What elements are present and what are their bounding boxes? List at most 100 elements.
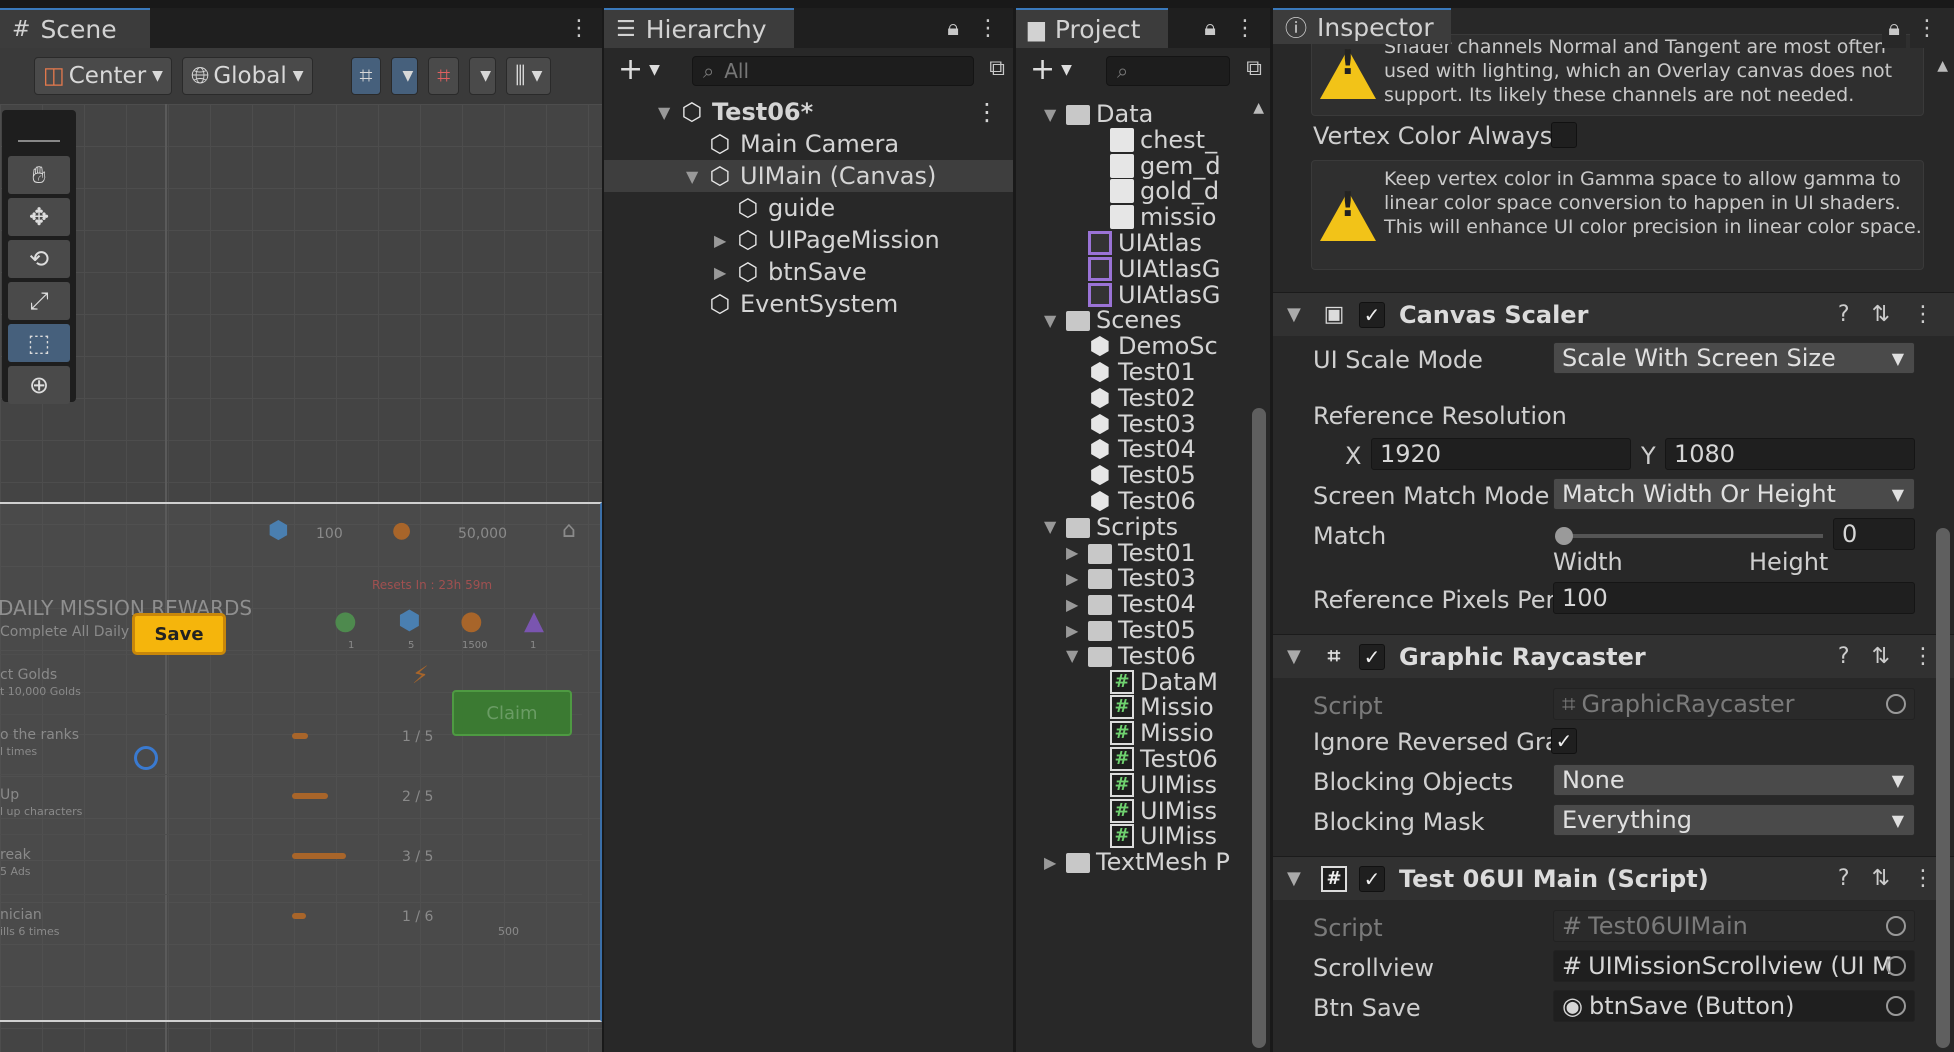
reference-x-field[interactable]: 1920 — [1371, 438, 1631, 470]
expand-icon[interactable]: ⧉ — [989, 48, 1005, 88]
expand-icon[interactable]: ⧉ — [1246, 48, 1262, 88]
dropdown-value: Match Width Or Height — [1562, 480, 1836, 508]
ignore-reversed-checkbox[interactable]: ✓ — [1551, 728, 1577, 754]
increment-snap-menu[interactable]: ▼ — [469, 57, 496, 95]
tab-project[interactable]: ▆ Project — [1016, 8, 1168, 48]
project-search-input[interactable]: ⌕ — [1106, 56, 1230, 86]
tab-scene[interactable]: # Scene — [0, 8, 150, 48]
graphic-raycaster-header[interactable]: ▼ ⌗ ✓ Graphic Raycaster? ⇅ ⋮ — [1273, 634, 1954, 678]
unity-scene-icon: ⬢ — [1089, 409, 1111, 438]
match-slider-track[interactable] — [1563, 534, 1823, 538]
screen-match-mode-dropdown[interactable]: Match Width Or Height ▼ — [1553, 478, 1915, 510]
scene-menu-icon[interactable]: ⋮ — [568, 8, 590, 48]
menu-icon[interactable]: ⋮ — [1912, 302, 1934, 327]
match-value-field[interactable]: 0 — [1833, 518, 1915, 550]
menu-icon[interactable]: ⋮ — [977, 16, 999, 41]
rotate-tool-icon[interactable]: ⟲ — [8, 240, 70, 278]
hierarchy-item[interactable]: ▶ ⬡ UIPageMission — [604, 224, 1013, 256]
reference-y-field[interactable]: 1080 — [1665, 438, 1915, 470]
grid-snap-menu[interactable]: ▼ — [391, 57, 419, 95]
canvas-scaler-header[interactable]: ▼ ▣ ✓ Canvas Scaler? ⇅ ⋮ — [1273, 292, 1954, 336]
presets-icon[interactable]: ⇅ — [1872, 302, 1890, 327]
hierarchy-item[interactable]: ⬡ Main Camera — [604, 128, 1013, 160]
grid-snap-button[interactable]: ⌗ — [350, 57, 382, 95]
script-enabled-checkbox[interactable]: ✓ — [1359, 865, 1385, 892]
scrollview-label: Scrollview — [1313, 954, 1435, 982]
tab-inspector[interactable]: ⓘ Inspector — [1273, 8, 1451, 44]
tab-hierarchy[interactable]: ☰ Hierarchy — [604, 8, 794, 48]
pivot-dropdown[interactable]: ◫ Center ▼ — [34, 57, 172, 95]
lock-icon[interactable]: 🔒︎ — [947, 16, 959, 41]
hierarchy-search-input[interactable]: ⌕ All — [692, 56, 974, 86]
pivot-handle[interactable] — [134, 746, 158, 770]
scrollview-field[interactable]: # UIMissionScrollview (UI M — [1553, 950, 1915, 982]
help-icon[interactable]: ? — [1838, 644, 1850, 669]
hand-tool-icon[interactable]: ✋︎ — [8, 156, 70, 194]
match-slider-knob[interactable] — [1555, 527, 1573, 545]
create-button[interactable]: + ▼ — [618, 52, 660, 87]
hierarchy-item[interactable]: ▼ ⬡ UIMain (Canvas) — [604, 160, 1013, 192]
expand-arrow-icon[interactable]: ▼ — [1044, 311, 1056, 330]
lock-icon[interactable]: 🔒︎ — [1204, 16, 1216, 41]
canvas-preview[interactable]: ⬢ 100 ● 50,000 ⌂ Resets In : 23h 59m DAI… — [0, 502, 602, 1022]
unity-scene-icon: ⬢ — [1089, 358, 1111, 386]
presets-icon[interactable]: ⇅ — [1872, 866, 1890, 891]
scale-tool-icon[interactable]: ⤢ — [8, 282, 70, 320]
menu-icon[interactable]: ⋮ — [1912, 644, 1934, 669]
expand-arrow-icon: ▼ — [658, 102, 671, 122]
menu-icon[interactable]: ⋮ — [1910, 8, 1944, 48]
canvas-scaler-enabled-checkbox[interactable]: ✓ — [1359, 301, 1385, 328]
claim-button[interactable]: Claim — [452, 690, 572, 736]
scroll-up-icon[interactable]: ▲ — [1937, 58, 1948, 74]
hierarchy-item[interactable]: ⬡ guide — [604, 192, 1013, 224]
expand-arrow-icon[interactable]: ▼ — [1066, 646, 1078, 665]
gameobject-icon: ⬡ — [737, 226, 759, 254]
drag-handle[interactable] — [18, 122, 60, 142]
menu-icon[interactable]: ⋮ — [1234, 16, 1256, 41]
rect-tool-icon[interactable]: ⬚ — [8, 324, 70, 362]
ui-scale-mode-dropdown[interactable]: Scale With Screen Size ▼ — [1553, 342, 1915, 374]
scrollbar[interactable] — [1936, 528, 1950, 1048]
collapse-arrow-icon[interactable]: ▶ — [1066, 543, 1078, 562]
transform-tool-icon[interactable]: ⊕ — [8, 366, 70, 404]
vertex-color-checkbox[interactable] — [1551, 122, 1577, 148]
hierarchy-item[interactable]: ⬡ EventSystem — [604, 288, 1013, 320]
presets-icon[interactable]: ⇅ — [1872, 644, 1890, 669]
blocking-objects-dropdown[interactable]: None ▼ — [1553, 764, 1915, 796]
reward-count: 1500 — [462, 640, 488, 651]
collapse-arrow-icon[interactable]: ▶ — [1066, 595, 1078, 614]
hierarchy-item-scene[interactable]: ▼ ⬡ Test06* ⋮ — [604, 96, 1013, 128]
blocking-mask-dropdown[interactable]: Everything ▼ — [1553, 804, 1915, 836]
menu-icon[interactable]: ⋮ — [975, 98, 999, 126]
menu-icon[interactable]: ⋮ — [1912, 866, 1934, 891]
raycaster-enabled-checkbox[interactable]: ✓ — [1359, 643, 1385, 670]
expand-arrow-icon[interactable]: ▼ — [1044, 105, 1056, 124]
search-placeholder: All — [724, 59, 749, 83]
reference-pixels-field[interactable]: 100 — [1553, 582, 1915, 614]
expand-arrow-icon[interactable]: ▼ — [1044, 517, 1056, 536]
space-dropdown[interactable]: 🌐︎ Global ▼ — [181, 57, 313, 95]
reference-resolution-label: Reference Resolution — [1313, 402, 1567, 430]
lock-icon[interactable]: 🔒︎ — [1882, 8, 1906, 48]
create-button[interactable]: + ▼ — [1030, 52, 1072, 87]
project-item[interactable]: ▶ TextMesh P — [1016, 846, 1270, 878]
hierarchy-item[interactable]: ▶ ⬡ btnSave — [604, 256, 1013, 288]
object-picker-icon[interactable] — [1886, 996, 1906, 1016]
collapse-arrow-icon[interactable]: ▶ — [1044, 853, 1056, 872]
folder-icon — [1066, 311, 1090, 332]
script-component-header[interactable]: ▼ # ✓ Test 06UI Main (Script)? ⇅ ⋮ — [1273, 856, 1954, 900]
help-icon[interactable]: ? — [1838, 866, 1850, 891]
scrollbar[interactable] — [1252, 408, 1266, 1048]
ruler-button[interactable]: ⫼ ▼ — [505, 57, 552, 95]
object-picker-icon[interactable] — [1886, 956, 1906, 976]
collapse-arrow-icon[interactable]: ▶ — [1066, 621, 1078, 640]
btn-save-field[interactable]: ◉ btnSave (Button) — [1553, 990, 1915, 1022]
save-button[interactable]: Save — [132, 613, 226, 655]
help-icon[interactable]: ? — [1838, 302, 1850, 327]
move-tool-icon[interactable]: ✥ — [8, 198, 70, 236]
item-label: Test06* — [712, 98, 814, 126]
increment-snap-button[interactable]: ⌗ — [428, 57, 460, 95]
collapse-arrow-icon[interactable]: ▶ — [1066, 569, 1078, 588]
script-icon: # — [1321, 865, 1347, 892]
scroll-up-icon[interactable]: ▲ — [1253, 100, 1264, 116]
